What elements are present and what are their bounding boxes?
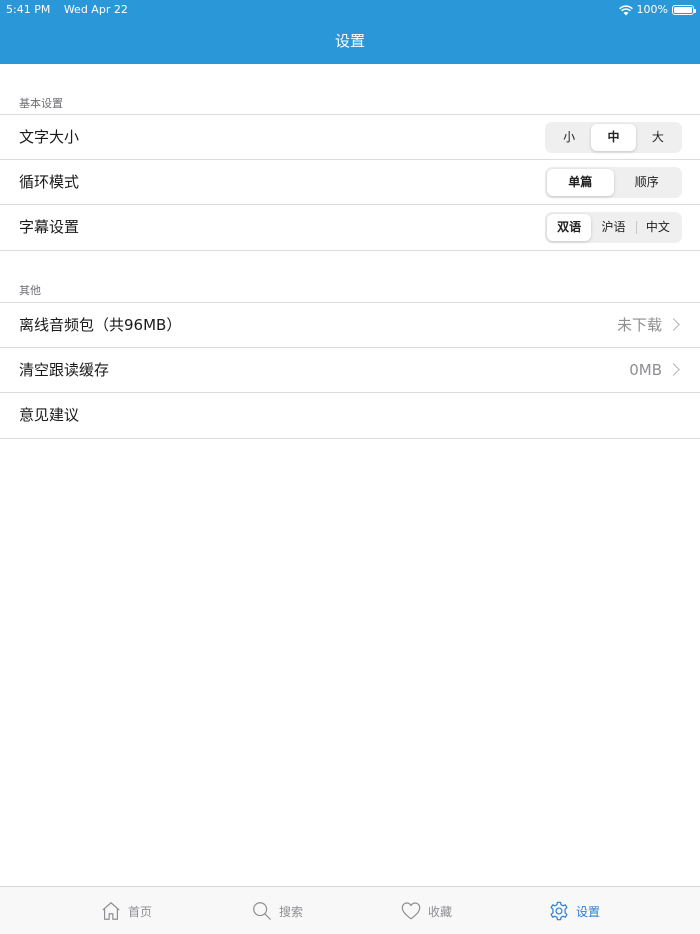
loop-mode-segmented-control: 单篇 顺序 xyxy=(545,167,682,198)
chevron-right-icon xyxy=(667,363,680,376)
subtitle-bilingual-segment[interactable]: 双语 xyxy=(547,214,592,241)
loop-sequence-segment[interactable]: 顺序 xyxy=(614,169,681,196)
subtitle-chinese-segment[interactable]: 中文 xyxy=(635,214,680,241)
search-icon xyxy=(253,902,271,920)
chevron-right-icon xyxy=(667,318,680,331)
loop-mode-row: 循环模式 单篇 顺序 xyxy=(0,160,700,205)
subtitle-shanghainese-segment[interactable]: 沪语 xyxy=(591,214,635,241)
status-date: Wed Apr 22 xyxy=(63,3,128,16)
gear-icon xyxy=(550,901,568,921)
tab-favorites[interactable]: 收藏 xyxy=(400,887,452,934)
clear-cache-size: 0MB xyxy=(629,361,662,379)
page-title: 设置 xyxy=(334,32,365,50)
segment-divider xyxy=(635,221,637,234)
offline-audio-label: 离线音频包（共96MB） xyxy=(19,316,182,334)
font-size-small-segment[interactable]: 小 xyxy=(547,124,591,151)
feedback-row[interactable]: 意见建议 xyxy=(0,393,700,439)
section-header-basic: 基本设置 xyxy=(19,97,63,110)
tab-settings-label: 设置 xyxy=(576,904,601,919)
font-size-large-segment[interactable]: 大 xyxy=(636,124,680,151)
tab-bar: 首页 搜索 收藏 设置 xyxy=(0,886,700,934)
tab-home[interactable]: 首页 xyxy=(100,887,152,934)
clear-cache-label: 清空跟读缓存 xyxy=(19,361,110,379)
tab-search-label: 搜索 xyxy=(279,904,304,919)
status-time: 5:41 PM xyxy=(6,3,51,16)
tab-settings[interactable]: 设置 xyxy=(548,887,600,934)
status-bar: 5:41 PM Wed Apr 22 100% xyxy=(0,0,700,20)
loop-mode-label: 循环模式 xyxy=(19,173,80,191)
battery-percent: 100% xyxy=(636,3,668,16)
clear-cache-row[interactable]: 清空跟读缓存 0MB xyxy=(0,348,700,393)
home-icon xyxy=(102,902,120,920)
tab-search[interactable]: 搜索 xyxy=(251,887,303,934)
feedback-label: 意见建议 xyxy=(19,406,80,424)
font-size-medium-segment[interactable]: 中 xyxy=(591,124,636,151)
font-size-segmented-control: 小 中 大 xyxy=(545,122,682,153)
loop-single-segment[interactable]: 单篇 xyxy=(547,169,614,196)
subtitle-label: 字幕设置 xyxy=(19,218,80,236)
offline-audio-row[interactable]: 离线音频包（共96MB） 未下载 xyxy=(0,302,700,348)
subtitle-segmented-control: 双语 沪语 中文 xyxy=(545,212,682,243)
battery-icon xyxy=(672,5,696,15)
font-size-label: 文字大小 xyxy=(19,128,80,146)
section-header-other: 其他 xyxy=(19,284,41,297)
tab-favorites-label: 收藏 xyxy=(428,904,453,919)
heart-icon xyxy=(401,902,421,920)
navigation-bar: 5:41 PM Wed Apr 22 100% 设置 xyxy=(0,0,700,64)
subtitle-row: 字幕设置 双语 沪语 中文 xyxy=(0,205,700,251)
offline-audio-status: 未下载 xyxy=(616,316,662,334)
font-size-row: 文字大小 小 中 大 xyxy=(0,114,700,160)
tab-home-label: 首页 xyxy=(128,904,153,919)
wifi-icon xyxy=(618,4,633,15)
